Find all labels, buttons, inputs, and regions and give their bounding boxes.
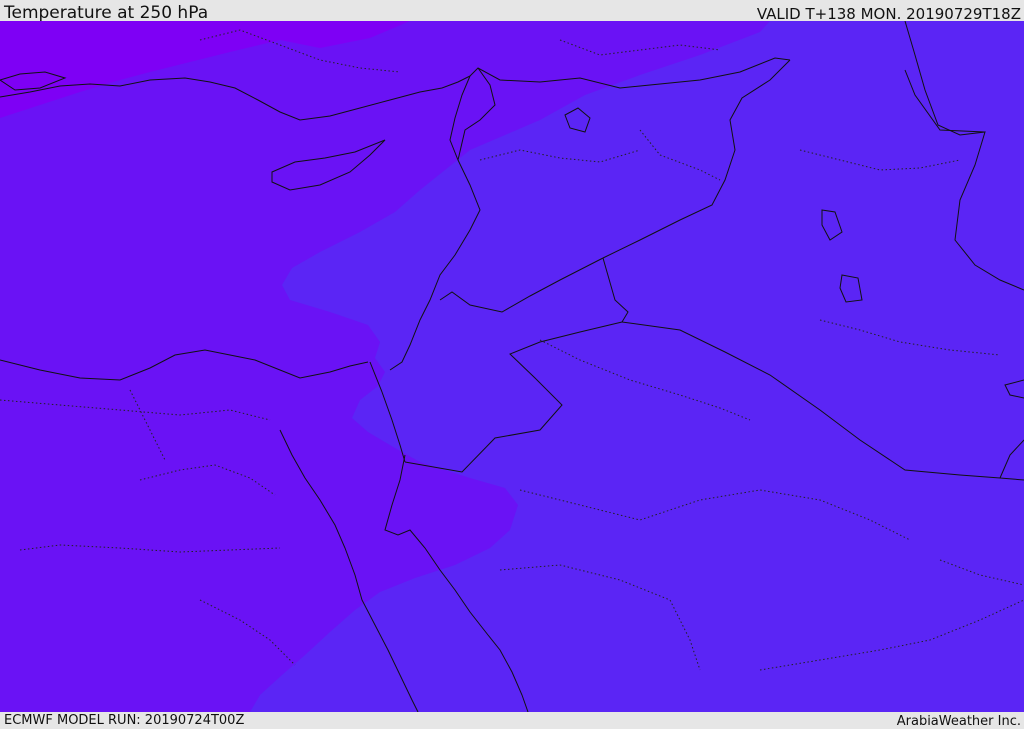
header-bar: Temperature at 250 hPa VALID T+138 MON. … (0, 0, 1024, 23)
map-canvas (0, 21, 1024, 712)
weather-map[interactable] (0, 21, 1024, 712)
footer-bar: ECMWF MODEL RUN: 20190724T00Z ArabiaWeat… (0, 712, 1024, 729)
map-title: Temperature at 250 hPa (4, 3, 209, 23)
model-run-label: ECMWF MODEL RUN: 20190724T00Z (4, 713, 245, 728)
credit-label: ArabiaWeather Inc. (896, 714, 1021, 729)
